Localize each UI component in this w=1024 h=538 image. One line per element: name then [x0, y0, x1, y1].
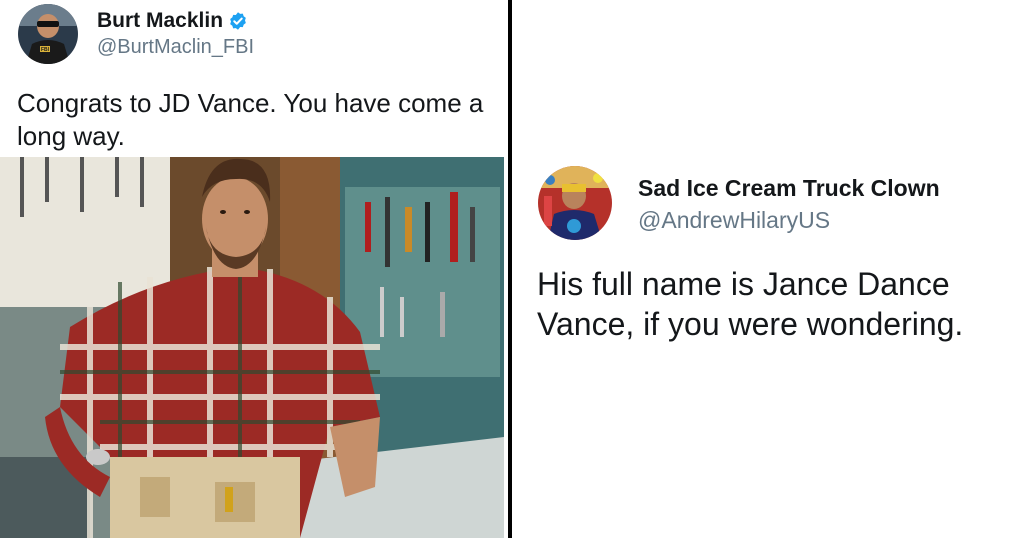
- right-tweet-card: Sad Ice Cream Truck Clown @AndrewHilaryU…: [512, 0, 1024, 538]
- right-tweet-avatar[interactable]: [538, 166, 612, 240]
- right-tweet-display-name[interactable]: Sad Ice Cream Truck Clown: [638, 175, 940, 202]
- left-tweet-name-row[interactable]: Burt Macklin: [97, 9, 248, 33]
- left-tweet-text: Congrats to JD Vance. You have come a lo…: [17, 88, 484, 151]
- right-tweet-handle[interactable]: @AndrewHilaryUS: [638, 207, 830, 234]
- verified-badge-icon: [228, 11, 248, 31]
- avatar-clown-image: [538, 166, 612, 240]
- left-tweet-handle[interactable]: @BurtMaclin_FBI: [97, 36, 254, 59]
- left-tweet-card: FBI Burt Macklin @BurtMaclin_FBI Congrat…: [0, 0, 508, 538]
- avatar-badge-text: FBI: [41, 47, 50, 53]
- tweet-photo-workshop-man[interactable]: [0, 157, 504, 538]
- left-tweet-display-name[interactable]: Burt Macklin: [97, 9, 223, 32]
- avatar-fbi-agent-image: FBI: [18, 4, 78, 64]
- right-tweet-text: His full name is Jance Dance Vance, if y…: [537, 266, 964, 342]
- left-tweet-avatar[interactable]: FBI: [18, 4, 78, 64]
